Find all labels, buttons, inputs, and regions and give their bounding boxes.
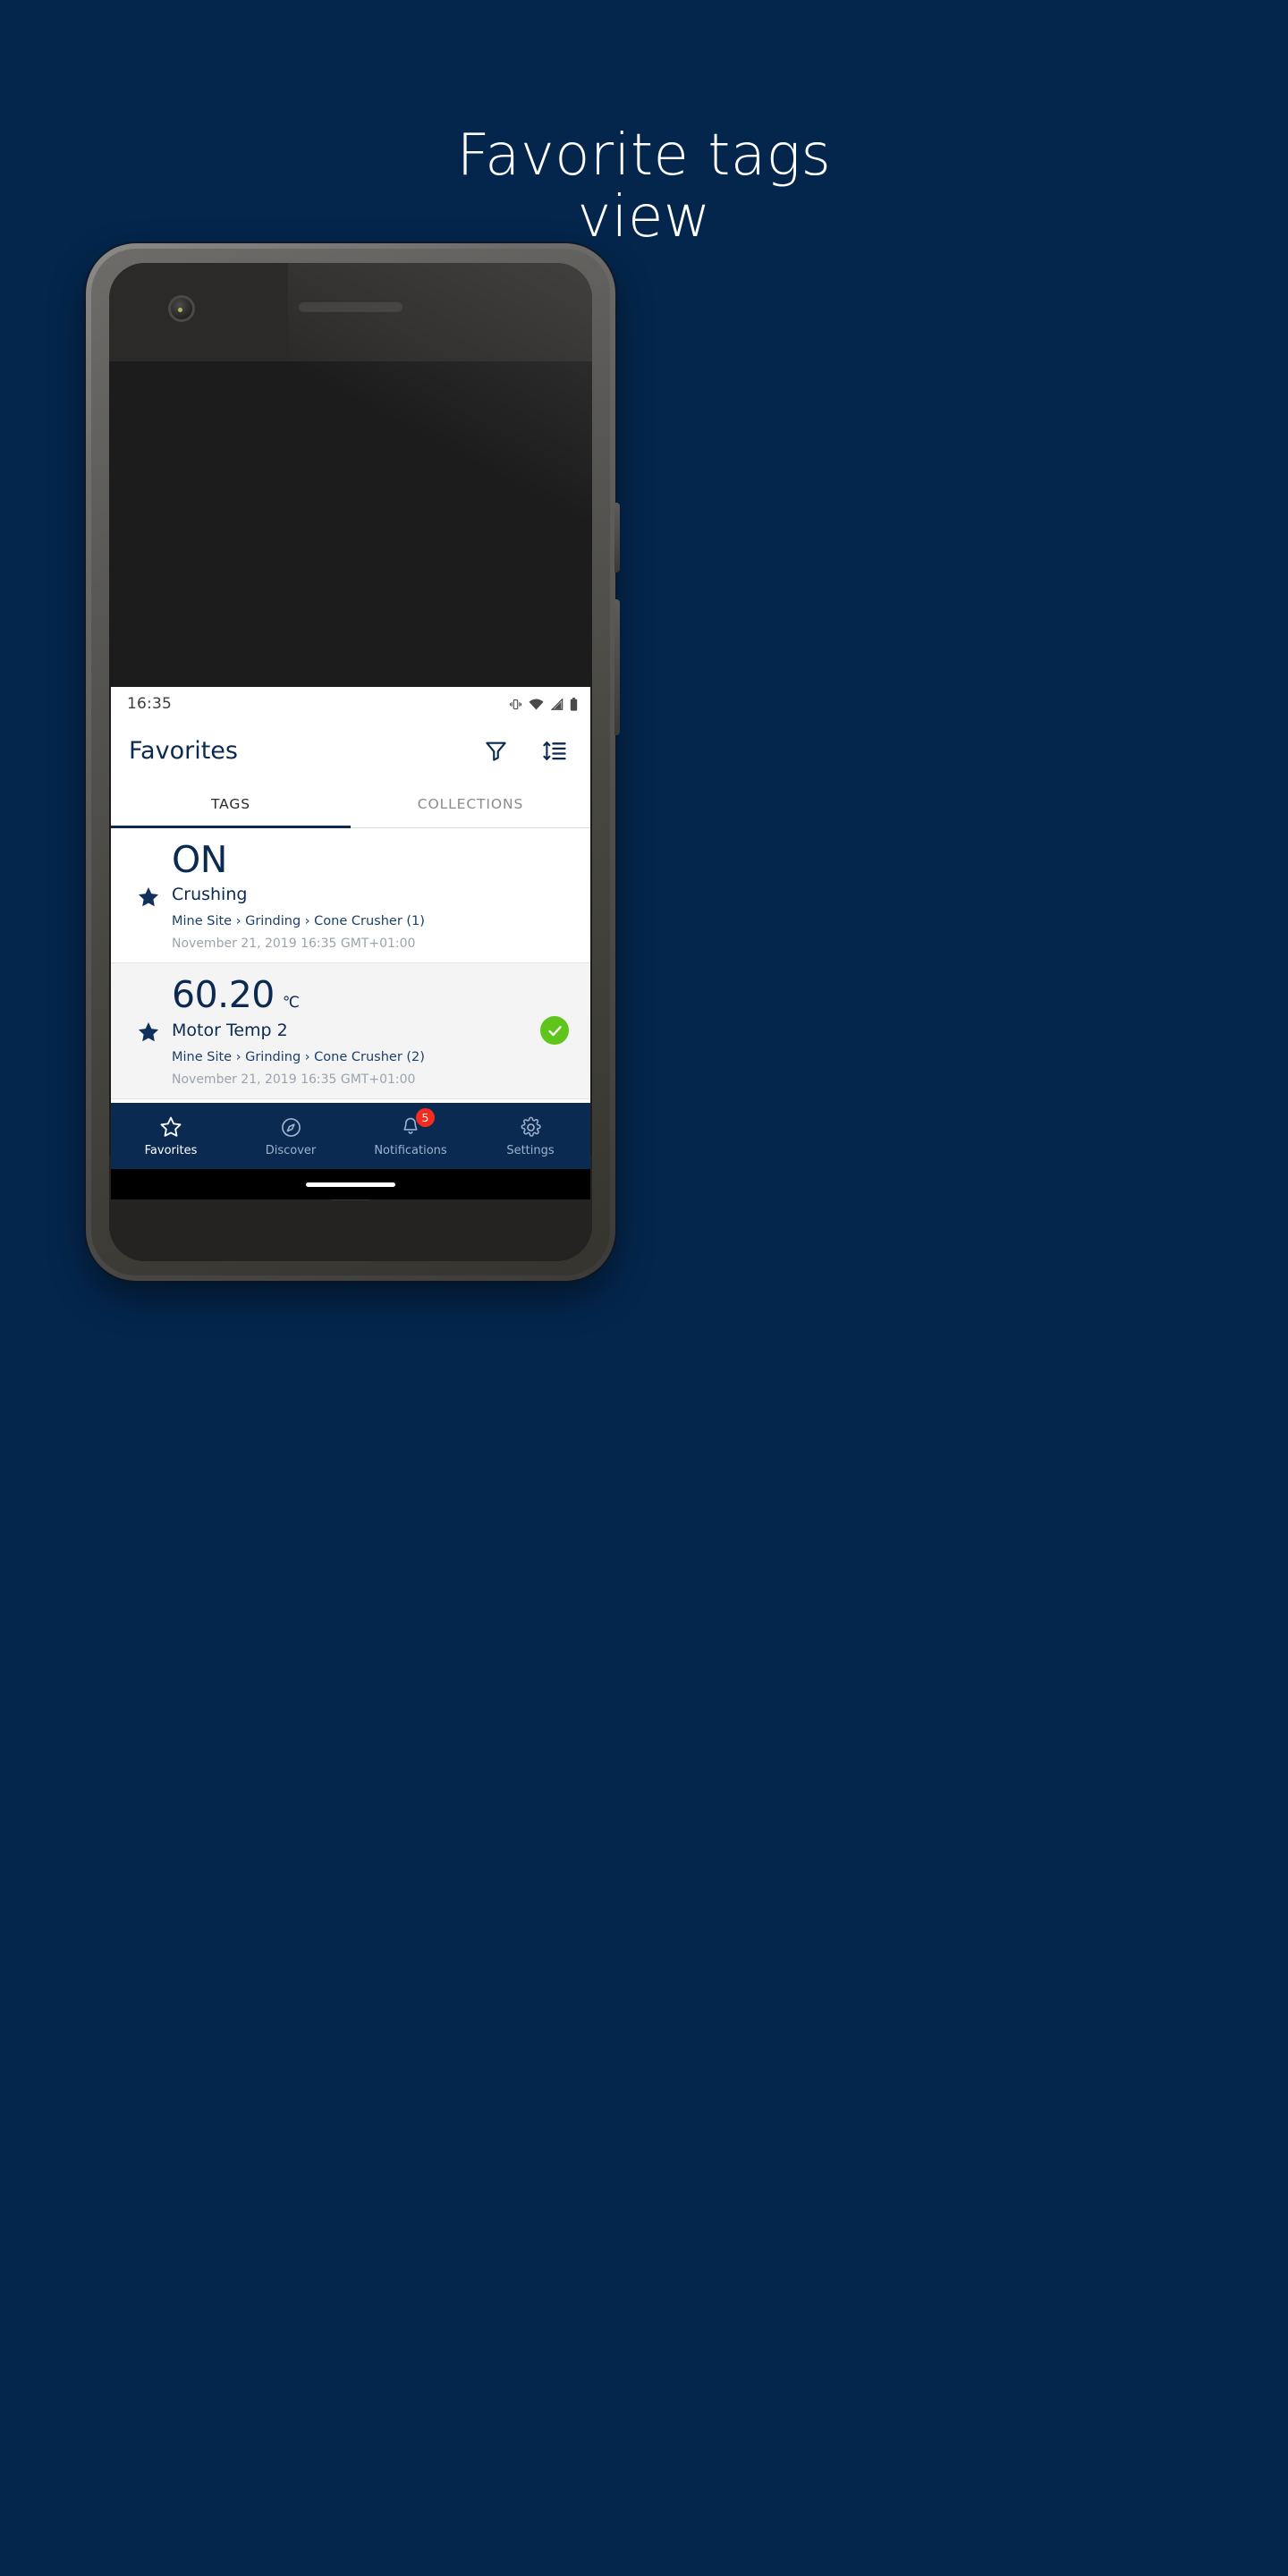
tag-unit: ℃ — [282, 994, 300, 1013]
tab-tags-label: TAGS — [210, 795, 251, 812]
status-bar-clock: 16:35 — [127, 695, 172, 713]
tag-name: Motor Temp 2 — [172, 1020, 288, 1040]
favorites-tag-list[interactable]: ON Crushing Mine Site › Grinding › Cone … — [111, 828, 590, 1103]
filter-icon[interactable] — [479, 734, 512, 767]
nav-label-favorites: Favorites — [144, 1144, 198, 1157]
gear-icon — [518, 1114, 543, 1140]
breadcrumb: Mine Site › Grinding › Cone Crusher (2) — [172, 1049, 425, 1064]
tab-collections-label: COLLECTIONS — [417, 795, 524, 812]
value-line: ON — [172, 838, 526, 881]
breadcrumb: Mine Site › Grinding › Cone Crusher (1) — [172, 914, 425, 929]
row-body: ON Crushing Mine Site › Grinding › Cone … — [172, 839, 533, 951]
nav-label-notifications: Notifications — [374, 1144, 447, 1157]
power-button[interactable] — [614, 503, 620, 572]
home-indicator[interactable] — [306, 1182, 395, 1187]
timestamp: November 21, 2019 16:35 GMT+01:00 — [172, 936, 416, 952]
phone-top-bezel — [109, 263, 592, 361]
vibrate-icon — [509, 698, 522, 711]
nav-label-discover: Discover — [265, 1144, 317, 1157]
timestamp: November 21, 2019 16:35 GMT+01:00 — [172, 1072, 416, 1087]
nav-item-settings[interactable]: Settings — [470, 1103, 590, 1169]
value-line: 60.20 ℃ — [172, 973, 526, 1017]
row-body: 60.20 ℃ Motor Temp 2 Mine Site › Grindin… — [172, 974, 533, 1086]
tab-tags[interactable]: TAGS — [111, 780, 351, 828]
bell-icon: 5 — [398, 1108, 435, 1140]
bottom-navigation-bar: Favorites Discover 5 Notifications Setti… — [111, 1103, 590, 1169]
headline-line-2: view — [577, 184, 711, 251]
page-headline: Favorite tags view — [0, 123, 1288, 251]
tag-value: 60.20 — [172, 973, 275, 1017]
nav-item-notifications[interactable]: 5 Notifications — [351, 1103, 470, 1169]
status-badge-slot — [533, 1016, 576, 1046]
volume-button[interactable] — [614, 599, 620, 735]
app-screen: 16:35 Favorites TAGS COLLECTIONS ON Crus… — [111, 687, 590, 1199]
front-camera-icon — [168, 295, 195, 322]
battery-icon — [570, 697, 578, 711]
status-bar-icons — [509, 697, 578, 711]
table-row[interactable]: 60.20 ℃ Motor Temp 2 Mine Site › Grindin… — [111, 963, 590, 1099]
app-bar-actions — [479, 734, 571, 767]
tag-value: ON — [172, 838, 227, 881]
tag-name: Crushing — [172, 885, 248, 905]
status-badge-ok-icon — [540, 1016, 569, 1046]
favorite-star-icon[interactable] — [125, 974, 172, 1086]
cellular-signal-icon — [550, 698, 564, 710]
headline-line-1: Favorite tags — [456, 123, 832, 189]
nav-item-discover[interactable]: Discover — [231, 1103, 351, 1169]
nav-item-favorites[interactable]: Favorites — [111, 1103, 231, 1169]
android-status-bar: 16:35 — [111, 687, 590, 721]
favorite-star-icon[interactable] — [125, 839, 172, 951]
star-outline-icon — [158, 1114, 183, 1140]
page-title: Favorites — [129, 736, 238, 765]
table-row[interactable]: ON Crushing Mine Site › Grinding › Cone … — [111, 828, 590, 964]
nav-label-settings: Settings — [506, 1144, 555, 1157]
wifi-icon — [529, 699, 544, 710]
notifications-badge: 5 — [416, 1108, 435, 1127]
tab-collections[interactable]: COLLECTIONS — [351, 780, 590, 827]
app-bar: Favorites — [111, 721, 590, 780]
tab-bar: TAGS COLLECTIONS — [111, 780, 590, 828]
earpiece-speaker-icon — [298, 301, 403, 312]
android-gesture-bar — [111, 1169, 590, 1199]
sort-icon[interactable] — [538, 734, 571, 767]
compass-icon — [278, 1114, 303, 1140]
